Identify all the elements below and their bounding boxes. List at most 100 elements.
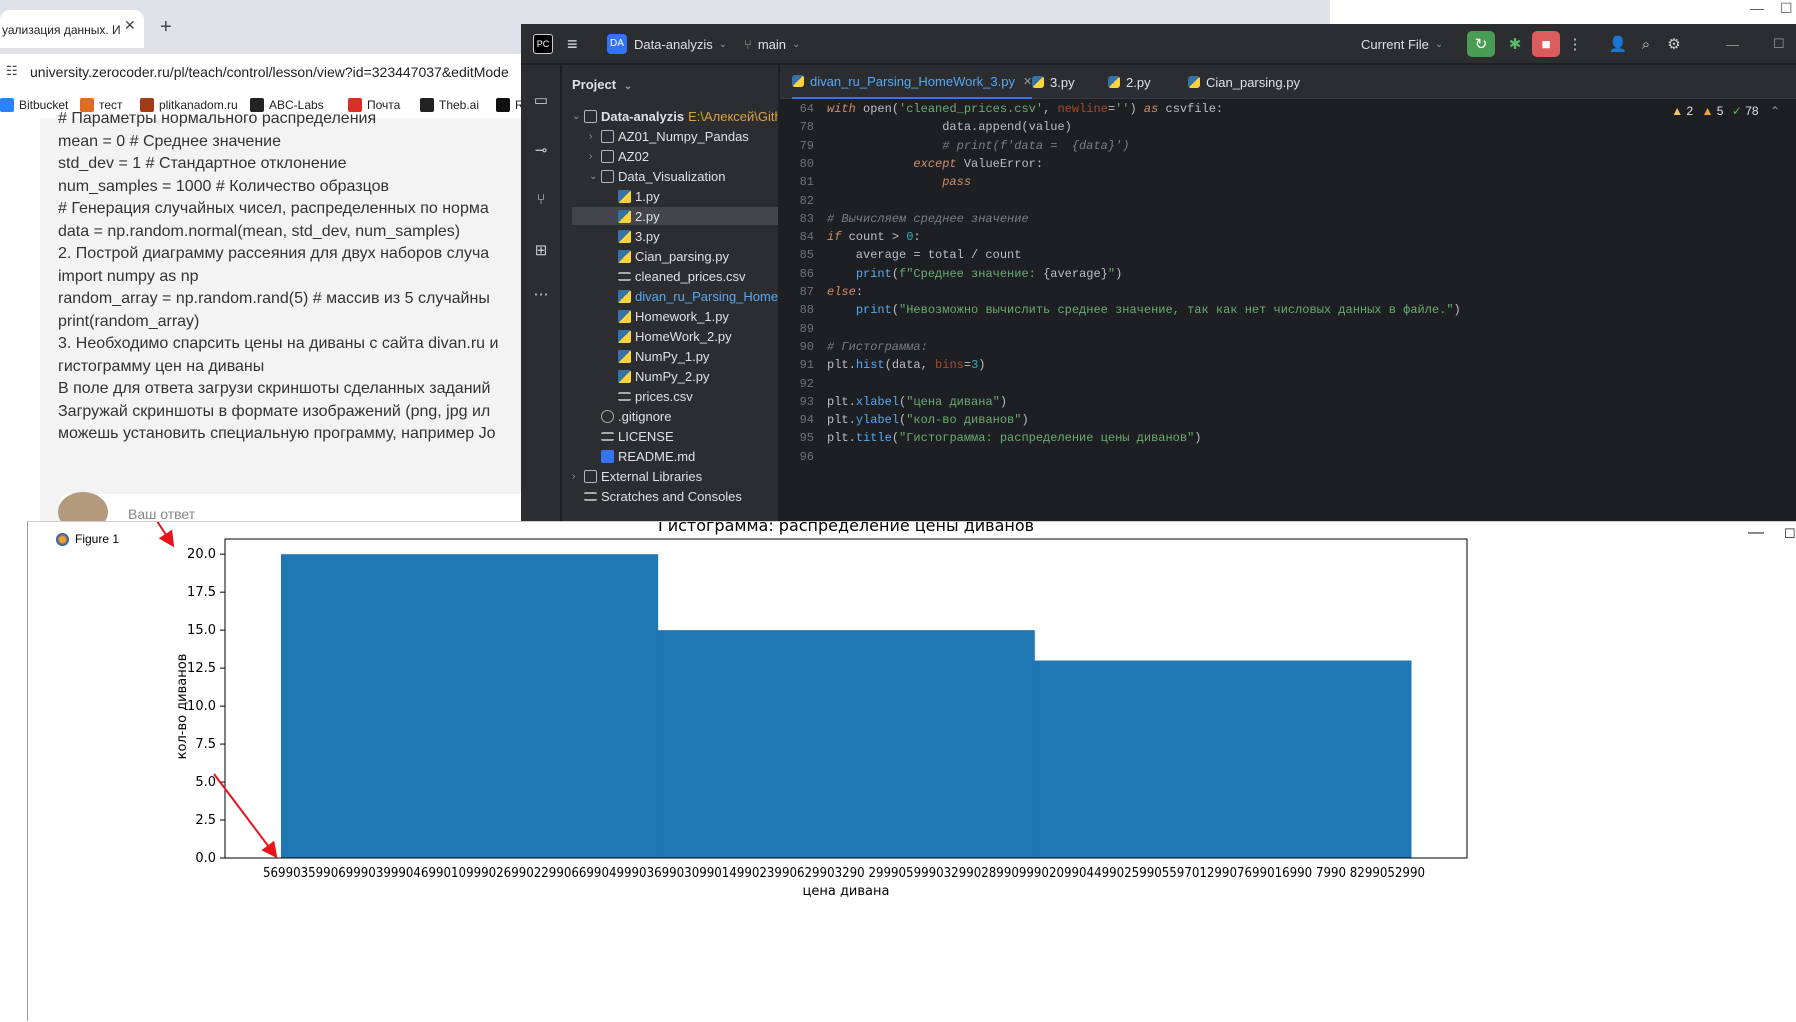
git-icon[interactable]: ⑂ (531, 191, 551, 211)
tree-item[interactable]: Scratches and Consoles (572, 487, 742, 505)
bookmark-item[interactable]: Theb.ai (420, 98, 479, 112)
code-line[interactable]: print("Невозможно вычислить среднее знач… (827, 303, 1461, 317)
python-file-icon (618, 349, 631, 363)
code-line[interactable]: plt.xlabel("цена дивана") (827, 395, 1007, 409)
tree-item-label: cleaned_prices.csv (635, 268, 746, 284)
y-tick-label: 17.5 (187, 585, 216, 600)
lesson-text-line: Загружай скриншоты в формате изображений… (58, 402, 491, 420)
histogram-bar (657, 630, 1035, 858)
tree-item[interactable]: › External Libraries (572, 467, 702, 485)
code-line[interactable]: if count > 0: (827, 230, 921, 244)
tree-item[interactable]: ⌄ Data_Visualization (589, 167, 725, 185)
bookmark-item[interactable]: R (496, 98, 524, 112)
warning-icon: ▲ (1671, 104, 1684, 118)
structure-icon[interactable]: ⊞ (531, 241, 551, 261)
histogram-bar (1034, 660, 1412, 858)
file-icon (601, 431, 614, 441)
folder-icon[interactable]: ▭ (531, 91, 551, 111)
tree-item-label: 2.py (635, 208, 660, 224)
code-area[interactable]: ▲ 2 ▲ 5 ✓ 78 ⌃ 64 with open('cleaned_pric… (780, 100, 1796, 521)
python-file-icon (1188, 76, 1200, 88)
code-line[interactable]: # Вычисляем среднее значение (827, 212, 1029, 226)
site-settings-icon[interactable]: ☷ (6, 63, 18, 79)
project-panel-title[interactable]: Project ⌄ (572, 77, 632, 92)
editor-tab[interactable]: 3.py (1032, 65, 1075, 99)
python-file-icon (618, 329, 631, 343)
bookmark-label: Theb.ai (439, 98, 480, 112)
lesson-text-line: random_array = np.random.rand(5) # масси… (58, 290, 490, 307)
chevron-right-icon: › (589, 150, 593, 162)
close-icon[interactable]: ✕ (1023, 75, 1032, 88)
code-line[interactable]: # print(f'data = {data}') (827, 139, 1129, 153)
debug-icon[interactable]: ✱ (1501, 31, 1529, 57)
project-selector[interactable]: DA Data-analyzis ⌄ (607, 24, 727, 64)
add-user-icon[interactable]: 👤 (1604, 31, 1632, 57)
tree-item[interactable]: .gitignore (589, 407, 671, 425)
y-tick-label: 12.5 (187, 661, 216, 676)
close-icon[interactable]: ✕ (124, 17, 136, 34)
tree-item[interactable]: NumPy_2.py (606, 367, 709, 385)
tree-item[interactable]: ⌄ Data-analyzis E:\Алексей\Githu (572, 107, 778, 125)
tree-item[interactable]: Homework_1.py (606, 307, 729, 325)
code-line[interactable]: plt.hist(data, bins=3) (827, 358, 985, 372)
ide-minimize-icon[interactable]: — (1726, 24, 1739, 64)
url-field[interactable]: university.zerocoder.ru/pl/teach/control… (30, 64, 509, 80)
code-line[interactable]: pass (827, 175, 971, 189)
y-tick-label: 0.0 (195, 851, 216, 866)
tree-item[interactable]: divan_ru_Parsing_HomeW (606, 287, 778, 305)
project-panel-label: Project (572, 77, 617, 92)
tree-item[interactable]: 3.py (606, 227, 660, 245)
lesson-text-line: можешь установить специальную программу,… (58, 425, 496, 442)
inspection-widget[interactable]: ▲ 2 ▲ 5 ✓ 78 ⌃ (1671, 104, 1780, 118)
tree-item[interactable]: 1.py (606, 187, 660, 205)
tree-item[interactable]: NumPy_1.py (606, 347, 709, 365)
main-menu-icon[interactable]: ≡ (567, 24, 578, 64)
code-line[interactable]: print(f"Среднее значение: {average}") (827, 267, 1122, 281)
browser-tab[interactable]: уализация данных. И (0, 10, 144, 48)
y-tick-label: 7.5 (195, 737, 216, 752)
settings-icon[interactable]: ⚙ (1660, 31, 1688, 57)
stop-icon[interactable]: ■ (1532, 31, 1560, 57)
editor-tab[interactable]: 2.py (1108, 65, 1151, 99)
search-icon[interactable]: ⌕ (1632, 31, 1660, 57)
code-line[interactable]: plt.title("Гистограмма: распределение це… (827, 431, 1201, 445)
tree-item[interactable]: cleaned_prices.csv (606, 267, 746, 285)
check-icon: ✓ (1731, 104, 1742, 118)
branch-selector[interactable]: ⑂ main ⌄ (744, 24, 800, 64)
line-number: 94 (799, 413, 814, 428)
more-tools-icon[interactable]: ⋯ (531, 285, 551, 305)
code-line[interactable]: with open('cleaned_prices.csv', newline=… (827, 102, 1223, 116)
tree-item[interactable]: › AZ02 (589, 147, 649, 165)
maximize-icon[interactable]: ☐ (1780, 0, 1793, 17)
folder-icon (601, 169, 614, 183)
ide-maximize-icon[interactable]: ☐ (1773, 24, 1785, 64)
code-line[interactable]: plt.ylabel("кол-во диванов") (827, 413, 1029, 427)
code-line[interactable]: else: (827, 285, 863, 299)
tree-item[interactable]: › AZ01_Numpy_Pandas (589, 127, 749, 145)
new-tab-button[interactable]: + (160, 16, 172, 39)
commit-icon[interactable]: ⊸ (531, 141, 551, 161)
tree-item[interactable]: 2.py (572, 207, 778, 225)
code-line[interactable]: average = total / count (827, 248, 1022, 262)
tree-item[interactable]: HomeWork_2.py (606, 327, 732, 345)
code-line[interactable]: data.append(value) (827, 120, 1072, 134)
tree-item[interactable]: LICENSE (589, 427, 674, 445)
minimize-icon[interactable]: — (1750, 0, 1764, 16)
histogram-bar (281, 554, 659, 858)
line-number: 81 (799, 175, 814, 190)
code-line[interactable]: except ValueError: (827, 157, 1043, 171)
run-config-selector[interactable]: Current File ⌄ (1361, 24, 1443, 64)
tree-item[interactable]: README.md (589, 447, 695, 465)
more-icon[interactable]: ⋮ (1561, 31, 1589, 57)
tree-item[interactable]: Cian_parsing.py (606, 247, 729, 265)
lesson-text-line: 3. Необходимо спарсить цены на диваны с … (58, 335, 499, 352)
tree-item[interactable]: prices.csv (606, 387, 693, 405)
code-line[interactable]: # Гистограмма: (827, 340, 928, 354)
chevron-up-icon[interactable]: ⌃ (1770, 104, 1780, 118)
editor-tab[interactable]: divan_ru_Parsing_HomeWork_3.py ✕ (792, 65, 1033, 99)
editor-tab[interactable]: Cian_parsing.py (1188, 65, 1300, 99)
chevron-down-icon: ⌄ (572, 110, 581, 122)
editor-tab-label: divan_ru_Parsing_HomeWork_3.py (810, 73, 1015, 89)
y-tick-label: 5.0 (195, 775, 216, 790)
run-icon[interactable]: ↻ (1467, 31, 1495, 57)
